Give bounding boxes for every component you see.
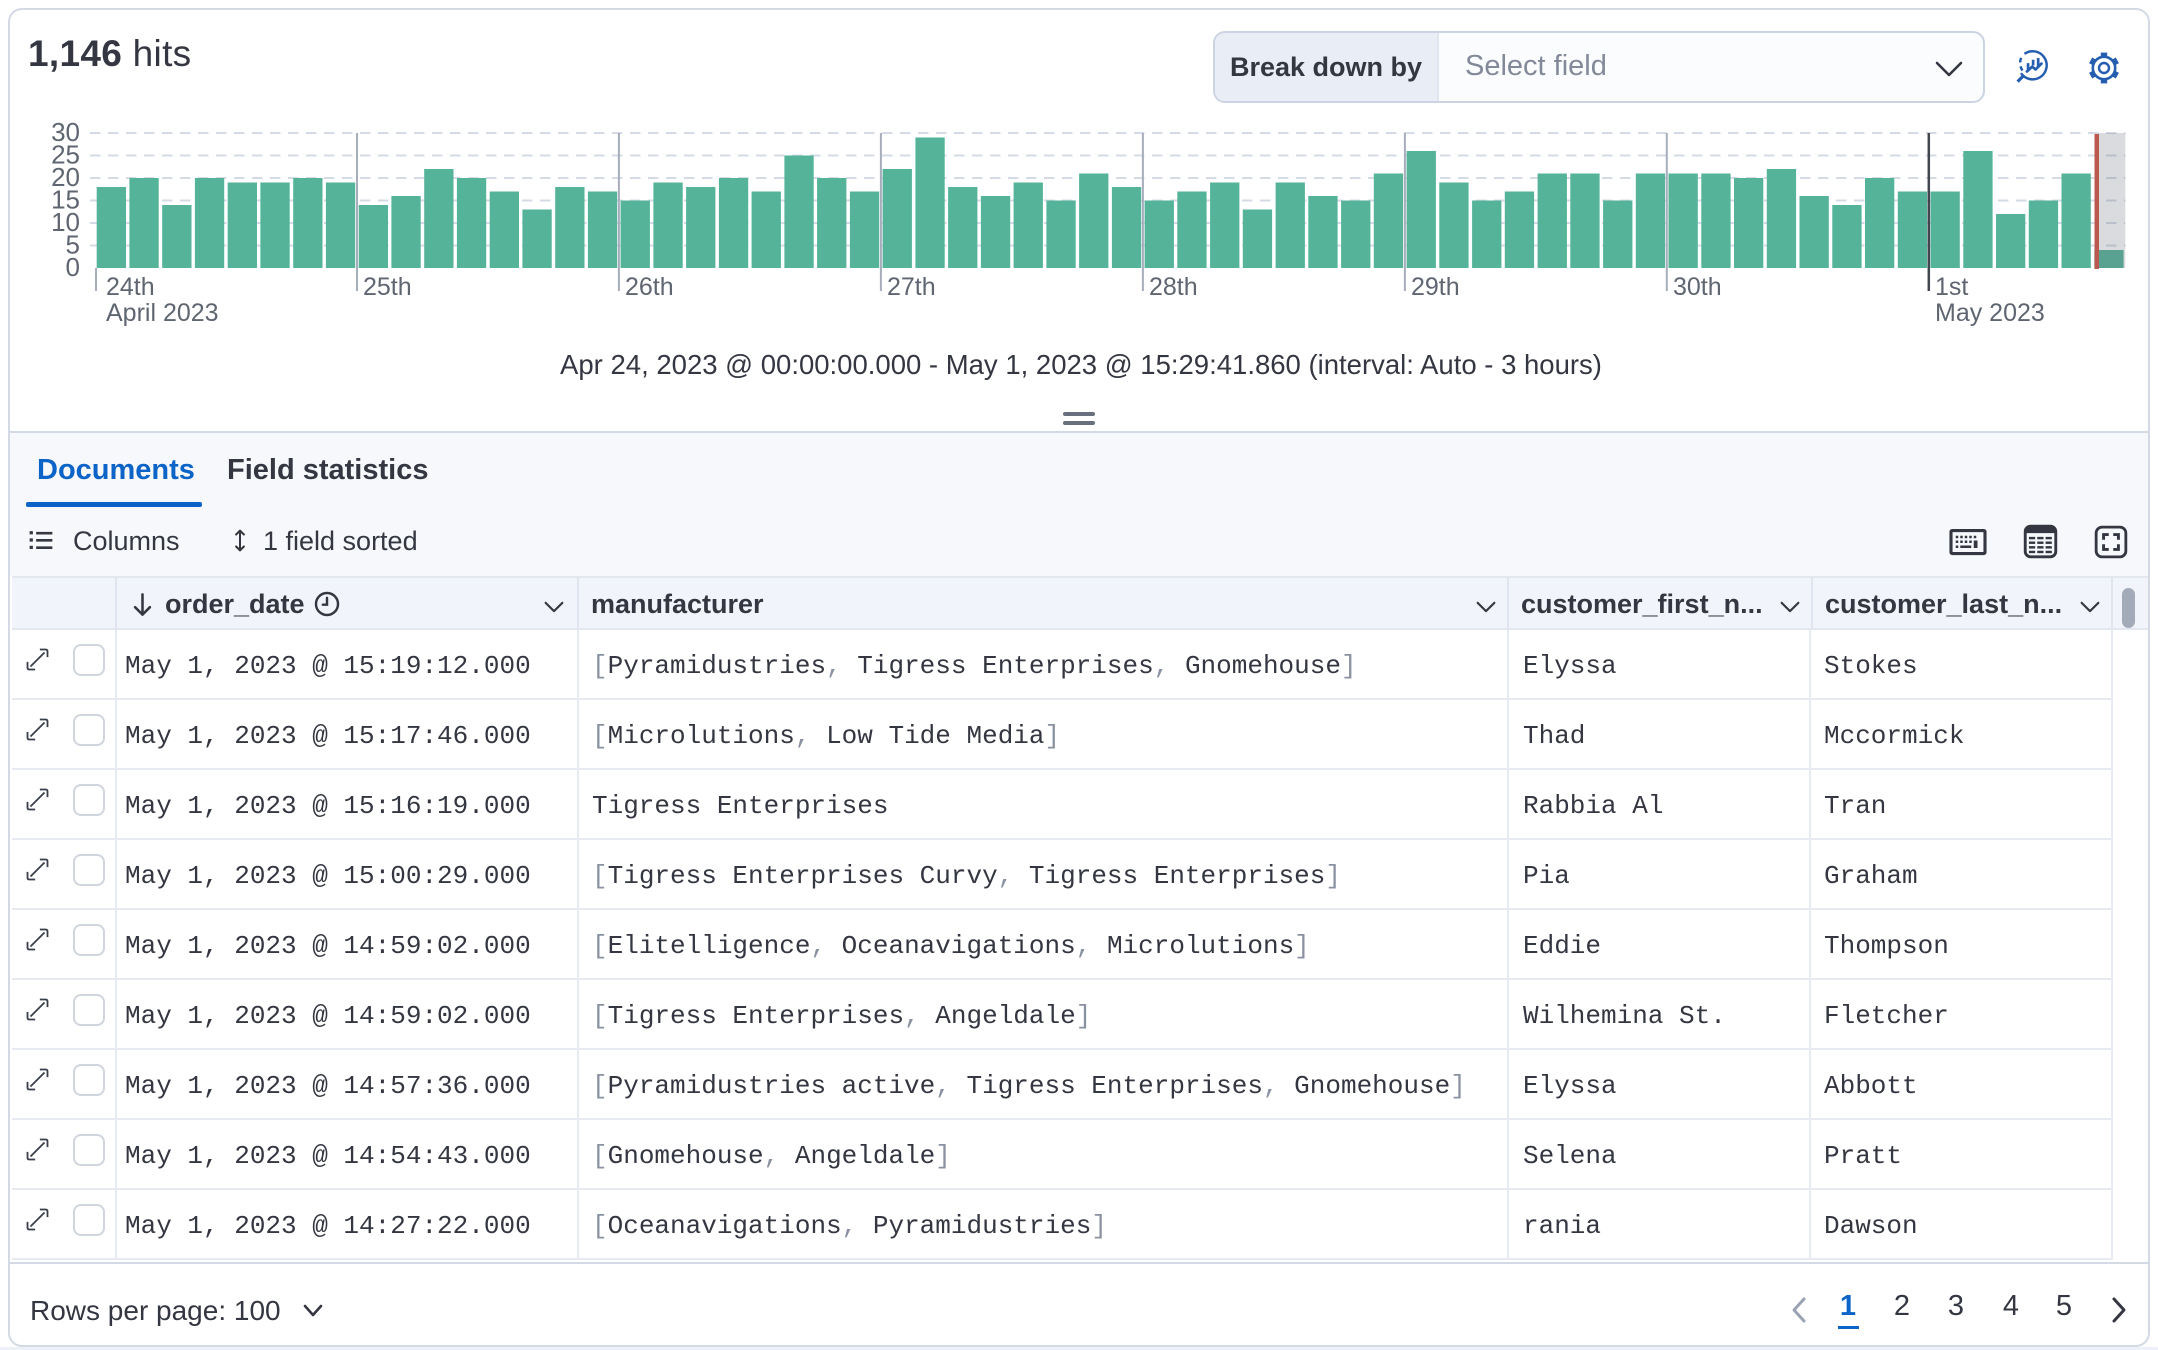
svg-text:30th: 30th	[1673, 273, 1722, 301]
svg-text:26th: 26th	[625, 273, 674, 301]
svg-text:May 2023: May 2023	[1935, 299, 2045, 327]
svg-text:27th: 27th	[887, 273, 936, 301]
svg-text:28th: 28th	[1149, 273, 1198, 301]
svg-text:29th: 29th	[1411, 273, 1460, 301]
svg-text:30: 30	[51, 117, 80, 147]
svg-text:1st: 1st	[1935, 273, 1968, 301]
svg-text:25th: 25th	[363, 273, 412, 301]
svg-text:24th: 24th	[106, 273, 155, 301]
svg-text:April 2023: April 2023	[106, 299, 219, 327]
